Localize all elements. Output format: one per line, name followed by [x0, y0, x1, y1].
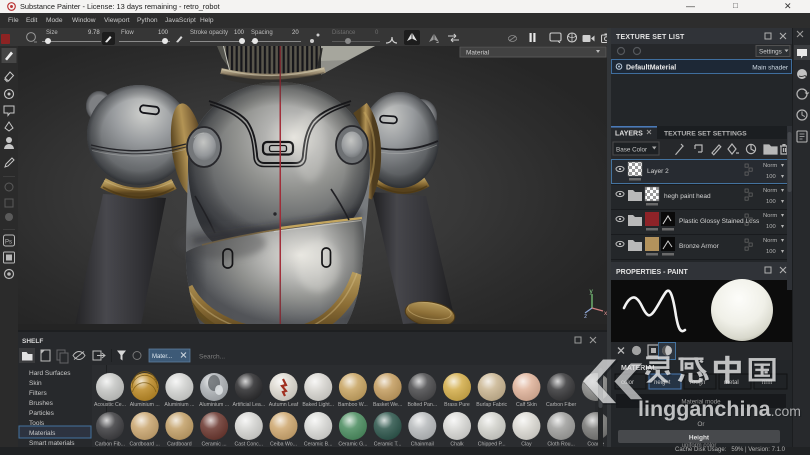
- svg-text:DefaultMaterial: DefaultMaterial: [626, 65, 676, 72]
- svg-text:Material mode: Material mode: [681, 399, 721, 406]
- svg-text:Bolted Pan...: Bolted Pan...: [407, 402, 437, 408]
- svg-text:Ps: Ps: [5, 240, 12, 246]
- svg-text:Hard Surfaces: Hard Surfaces: [29, 370, 71, 377]
- svg-text:Burlap Fabric: Burlap Fabric: [476, 402, 507, 408]
- svg-text:Aluminium ...: Aluminium ...: [199, 402, 229, 408]
- svg-text:100: 100: [766, 224, 776, 230]
- svg-text:Brushes: Brushes: [29, 400, 54, 407]
- svg-text:height: height: [654, 380, 671, 386]
- svg-text:nrm: nrm: [762, 380, 772, 386]
- svg-text:SHELF: SHELF: [22, 338, 43, 345]
- svg-text:Baked Light...: Baked Light...: [302, 402, 334, 408]
- svg-text:Calf Skin: Calf Skin: [516, 402, 537, 408]
- svg-text:TEXTURE SET LIST: TEXTURE SET LIST: [616, 34, 685, 41]
- svg-text:z: z: [584, 313, 587, 320]
- svg-text:TEXTURE SET SETTINGS: TEXTURE SET SETTINGS: [664, 131, 747, 138]
- svg-text:100: 100: [766, 249, 776, 255]
- svg-text:Layer 2: Layer 2: [647, 168, 669, 175]
- svg-text:Mater...: Mater...: [152, 354, 172, 360]
- svg-text:100: 100: [766, 174, 776, 180]
- svg-text:Particles: Particles: [29, 410, 55, 417]
- svg-text:MATERIAL: MATERIAL: [621, 365, 657, 372]
- svg-text:Norm: Norm: [763, 188, 777, 194]
- svg-text:▾: ▾: [781, 213, 784, 219]
- svg-text:▾: ▾: [781, 174, 784, 180]
- svg-text:Main shader: Main shader: [752, 65, 789, 72]
- svg-text:Plastic Glossy Stained Less: Plastic Glossy Stained Less: [679, 218, 760, 225]
- svg-text:PROPERTIES - PAINT: PROPERTIES - PAINT: [616, 269, 689, 276]
- svg-text:Settings: Settings: [759, 49, 782, 56]
- svg-text:▾: ▾: [781, 249, 784, 255]
- svg-text:hegh paint head: hegh paint head: [664, 193, 711, 200]
- svg-text:▾: ▾: [781, 224, 784, 230]
- svg-text:Material: Material: [466, 50, 490, 57]
- svg-text:Autumn Leaf: Autumn Leaf: [269, 402, 299, 408]
- svg-text:Norm: Norm: [763, 238, 777, 244]
- svg-text:Acoustic Ce...: Acoustic Ce...: [94, 402, 126, 408]
- svg-text:▾: ▾: [781, 238, 784, 244]
- svg-text:Aluminium ...: Aluminium ...: [130, 402, 160, 408]
- svg-text:100: 100: [766, 199, 776, 205]
- svg-text:▾: ▾: [781, 199, 784, 205]
- svg-text:metal: metal: [724, 380, 739, 386]
- svg-text:Bronze Armor: Bronze Armor: [679, 243, 720, 250]
- svg-text:Or: Or: [697, 421, 705, 428]
- svg-text:rough: rough: [690, 380, 705, 386]
- svg-text:Aluminium ...: Aluminium ...: [164, 402, 194, 408]
- svg-text:Basket We...: Basket We...: [373, 402, 402, 408]
- svg-text:Bamboo W...: Bamboo W...: [338, 402, 368, 408]
- svg-text:▾: ▾: [781, 163, 784, 169]
- svg-text:Carbon Fiber: Carbon Fiber: [546, 402, 577, 408]
- svg-text:Smart materials: Smart materials: [29, 440, 75, 447]
- svg-text:Base Color: Base Color: [616, 147, 647, 154]
- svg-text:color: color: [621, 380, 634, 386]
- svg-text:Skin: Skin: [29, 380, 42, 387]
- svg-text:Brass Pure: Brass Pure: [444, 402, 470, 408]
- svg-text:▾: ▾: [781, 188, 784, 194]
- svg-text:Norm: Norm: [763, 163, 777, 169]
- svg-text:Height: Height: [689, 435, 710, 442]
- svg-text:Artificial Lea...: Artificial Lea...: [233, 402, 266, 408]
- svg-text:Filters: Filters: [29, 390, 47, 397]
- svg-text:Search...: Search...: [199, 354, 225, 361]
- svg-text:Norm: Norm: [763, 213, 777, 219]
- svg-text:LAYERS: LAYERS: [615, 131, 643, 138]
- svg-text:Materials: Materials: [29, 430, 56, 437]
